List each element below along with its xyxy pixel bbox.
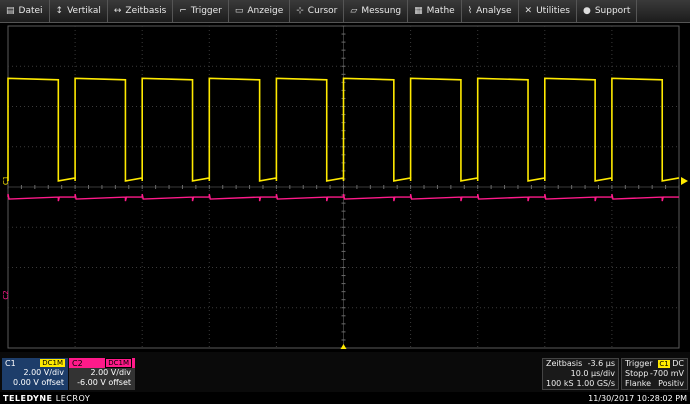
trigger-slope: Positiv xyxy=(658,379,684,388)
trigger-descriptor[interactable]: Trigger C1 DC Stopp -700 mV Flanke Positiv xyxy=(621,358,688,390)
menu-label: Datei xyxy=(18,6,43,16)
file-icon: ▤ xyxy=(6,6,15,16)
trigger-source: C1 xyxy=(658,360,670,368)
menu-mathe[interactable]: ▦ Mathe xyxy=(408,0,462,23)
menu-label: Cursor xyxy=(307,6,338,16)
menu-label: Messung xyxy=(361,6,402,16)
menu-label: Support xyxy=(594,6,631,16)
channel-c2-coupling: DC1M xyxy=(105,358,132,368)
timebase-samples: 100 kS xyxy=(546,379,574,388)
menu-label: Anzeige xyxy=(247,6,284,16)
support-icon: ● xyxy=(582,6,591,16)
menu-support[interactable]: ● Support xyxy=(577,0,638,23)
timebase-tdiv: 10.0 µs/div xyxy=(570,369,615,378)
channel-c2-name: C2 xyxy=(72,358,83,368)
status-bar: C1 DC1M 2.00 V/div 0.00 V offset C2 DC1M 2… xyxy=(0,352,690,392)
waveform-display[interactable]: C1 C2 xyxy=(0,23,690,352)
channel-c2-vdiv: 2.00 V/div xyxy=(90,368,131,377)
menu-label: Mathe xyxy=(426,6,455,16)
menu-label: Analyse xyxy=(476,6,512,16)
menu-trigger[interactable]: ⌐ Trigger xyxy=(173,0,229,23)
channel-c1-vdiv: 2.00 V/div xyxy=(23,368,64,377)
channel-c2-offset: -6.00 V offset xyxy=(77,378,131,387)
footer: TELEDYNE LECROY 11/30/2017 10:28:02 PM xyxy=(0,392,690,404)
timebase-delay: -3.6 µs xyxy=(587,359,615,368)
timebase-rate: 1.00 GS/s xyxy=(576,379,616,388)
menu-analyse[interactable]: ⌇ Analyse xyxy=(462,0,519,23)
menu-cursor[interactable]: ⊹ Cursor xyxy=(290,0,345,23)
menu-label: Utilities xyxy=(536,6,570,16)
channel-c1-descriptor[interactable]: C1 DC1M 2.00 V/div 0.00 V offset xyxy=(2,358,68,390)
trigger-level-marker xyxy=(681,176,688,185)
menu-utilities[interactable]: ✕ Utilities xyxy=(519,0,577,23)
trigger-label: Trigger xyxy=(625,359,653,368)
timebase-icon: ↔ xyxy=(113,6,122,16)
analysis-icon: ⌇ xyxy=(467,6,473,16)
trigger-slope-label: Flanke xyxy=(625,379,652,388)
datetime: 11/30/2017 10:28:02 PM xyxy=(588,393,687,403)
measure-icon: ▱ xyxy=(350,6,358,16)
menu-zeitbasis[interactable]: ↔ Zeitbasis xyxy=(108,0,174,23)
menu-bar: ▤ Datei ↕ Vertikal ↔ Zeitbasis ⌐ Trigger ▭ Anzeig… xyxy=(0,0,690,23)
trigger-coupling: DC xyxy=(672,359,684,368)
brand-logo: TELEDYNE LECROY xyxy=(3,394,90,403)
brand-name: TELEDYNE xyxy=(3,393,53,403)
math-icon: ▦ xyxy=(414,6,423,16)
channel-c1-name: C1 xyxy=(5,358,16,368)
menu-messung[interactable]: ▱ Messung xyxy=(344,0,409,23)
timebase-label: Zeitbasis xyxy=(546,359,583,368)
channel-c1-offset: 0.00 V offset xyxy=(12,378,64,387)
menu-anzeige[interactable]: ▭ Anzeige xyxy=(229,0,291,23)
waveform-grid: C1 C2 xyxy=(2,25,688,349)
display-icon: ▭ xyxy=(234,6,244,16)
trigger-level: -700 mV xyxy=(650,369,684,378)
c1-marker: C1 xyxy=(2,176,10,185)
channel-c1-coupling: DC1M xyxy=(40,359,65,367)
trigger-icon: ⌐ xyxy=(179,6,187,16)
cursor-icon: ⊹ xyxy=(296,6,304,16)
channel-c2-descriptor[interactable]: C2 DC1M 2.00 V/div -6.00 V offset xyxy=(69,358,135,390)
vertical-icon: ↕ xyxy=(55,6,64,16)
trigger-mode: Stopp xyxy=(625,369,649,378)
menu-label: Vertikal xyxy=(67,6,101,16)
timebase-descriptor[interactable]: Zeitbasis -3.6 µs 10.0 µs/div 100 kS 1.00 … xyxy=(542,358,619,390)
utilities-icon: ✕ xyxy=(524,6,533,16)
brand-sub: LECROY xyxy=(55,393,91,403)
menu-datei[interactable]: ▤ Datei xyxy=(0,0,50,23)
menu-label: Trigger xyxy=(190,6,222,16)
menu-vertikal[interactable]: ↕ Vertikal xyxy=(50,0,108,23)
menu-label: Zeitbasis xyxy=(125,6,167,16)
c2-marker: C2 xyxy=(2,290,10,299)
